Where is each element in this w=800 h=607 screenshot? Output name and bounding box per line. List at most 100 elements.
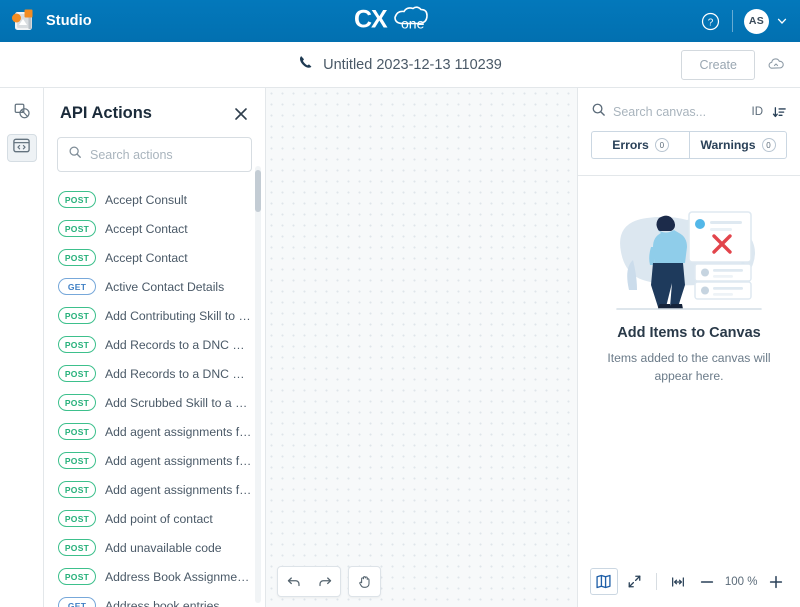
api-search-box[interactable] — [57, 137, 252, 172]
id-sort-label[interactable]: ID — [752, 106, 764, 118]
search-input[interactable] — [90, 147, 241, 162]
cxone-logo: CX one — [354, 4, 446, 39]
panel-scrollbar-track — [255, 166, 261, 603]
search-icon — [591, 102, 606, 122]
list-item[interactable]: POST Add agent assignments for s... — [44, 446, 265, 475]
http-verb-badge: POST — [58, 336, 96, 353]
svg-text:?: ? — [707, 17, 713, 28]
empty-state-title: Add Items to Canvas — [617, 325, 761, 341]
brand-area[interactable]: Studio — [0, 8, 92, 34]
canvas-toolbar — [277, 566, 381, 597]
list-item[interactable]: POST Add unavailable code — [44, 533, 265, 562]
api-action-label: Accept Consult — [105, 192, 187, 207]
rail-item-shapes[interactable] — [7, 99, 37, 127]
api-action-label: Accept Contact — [105, 250, 188, 265]
list-item[interactable]: POST Add Records to a DNC Droup — [44, 330, 265, 359]
studio-app: Studio CX one ? AS Untitled 2023-12-13 1… — [0, 0, 800, 607]
api-action-label: Address book entries — [105, 598, 220, 607]
list-item[interactable]: POST Add point of contact — [44, 504, 265, 533]
api-code-icon — [12, 136, 31, 160]
api-action-label: Add agent assignments for s... — [105, 424, 253, 439]
flow-canvas[interactable] — [266, 88, 578, 607]
tab-warnings[interactable]: Warnings 0 — [689, 131, 787, 159]
help-circle-icon[interactable]: ? — [695, 6, 725, 36]
status-badge: 0 — [761, 138, 776, 152]
api-action-label: Add agent assignments for s... — [105, 482, 253, 497]
canvas-search-input[interactable] — [613, 105, 745, 119]
http-verb-badge: POST — [58, 365, 96, 382]
zoom-toolbar: 100 % — [578, 568, 800, 607]
http-verb-badge: GET — [58, 278, 96, 295]
http-verb-badge: POST — [58, 307, 96, 324]
list-item[interactable]: POST Add agent assignments for s... — [44, 475, 265, 504]
brand-name: Studio — [46, 13, 92, 29]
map-book-icon[interactable] — [590, 568, 618, 595]
list-item[interactable]: POST Accept Contact — [44, 243, 265, 272]
phone-handset-icon — [298, 54, 314, 75]
chevron-down-icon[interactable] — [776, 15, 788, 27]
studio-logo-icon — [11, 8, 37, 34]
panel-title: API Actions — [60, 104, 152, 122]
flow-header-bar: Untitled 2023-12-13 110239 Create — [0, 42, 800, 88]
http-verb-badge: POST — [58, 452, 96, 469]
zoom-level: 100 % — [724, 575, 758, 588]
page-title: Untitled 2023-12-13 110239 — [323, 56, 502, 73]
history-tool-group — [277, 566, 341, 597]
api-action-label: Add point of contact — [105, 511, 213, 526]
http-verb-badge: POST — [58, 191, 96, 208]
http-verb-badge: POST — [58, 220, 96, 237]
panel-scrollbar-thumb[interactable] — [255, 170, 261, 212]
expand-diagonal-icon[interactable] — [622, 569, 647, 595]
sort-descending-icon[interactable] — [772, 105, 787, 120]
list-item[interactable]: POST Add Scrubbed Skill to a DNC... — [44, 388, 265, 417]
http-verb-badge: POST — [58, 539, 96, 556]
status-badge: 0 — [654, 138, 669, 152]
canvas-search-row: ID — [578, 88, 800, 131]
http-verb-badge: POST — [58, 423, 96, 440]
redo-icon[interactable] — [309, 567, 340, 596]
avatar[interactable]: AS — [744, 8, 769, 34]
minus-icon[interactable] — [694, 569, 719, 595]
toolbar-divider — [655, 573, 657, 590]
tab-label: Errors — [612, 138, 649, 152]
close-icon[interactable] — [233, 106, 249, 122]
top-right-controls: ? AS — [695, 6, 800, 36]
http-verb-badge: POST — [58, 510, 96, 527]
list-item[interactable]: GET Address book entries — [44, 591, 265, 607]
plus-icon[interactable] — [763, 569, 788, 595]
list-item[interactable]: POST Accept Contact — [44, 214, 265, 243]
left-icon-rail — [0, 88, 44, 607]
pan-tool-group — [348, 566, 381, 597]
cloud-upload-icon[interactable] — [765, 54, 787, 76]
http-verb-badge: POST — [58, 249, 96, 266]
fit-width-icon[interactable] — [666, 569, 691, 595]
undo-icon[interactable] — [278, 567, 309, 596]
api-actions-list[interactable]: POST Accept Consult POST Accept Contact POST… — [44, 183, 265, 607]
api-action-label: Add Records to a DNC Droup — [105, 337, 253, 352]
list-item[interactable]: POST Add agent assignments for s... — [44, 417, 265, 446]
api-search-wrap — [44, 133, 265, 183]
create-button[interactable]: Create — [681, 49, 755, 80]
svg-text:CX: CX — [354, 6, 388, 34]
top-navigation-bar: Studio CX one ? AS — [0, 0, 800, 42]
api-actions-panel: API Actions Search actions POST Accept C… — [44, 88, 266, 607]
empty-state: Add Items to Canvas Items added to the c… — [578, 176, 800, 385]
list-item[interactable]: POST Address Book Assignment V4 — [44, 562, 265, 591]
main-body: API Actions Search actions POST Accept C… — [0, 88, 800, 607]
hand-pan-icon[interactable] — [349, 567, 380, 596]
list-item[interactable]: POST Add Contributing Skill to a D... — [44, 301, 265, 330]
list-item[interactable]: POST Add Records to a DNC Droup — [44, 359, 265, 388]
person-viewing-cards-illustration — [603, 211, 775, 318]
list-item[interactable]: POST Accept Consult — [44, 185, 265, 214]
api-action-label: Add Scrubbed Skill to a DNC... — [105, 395, 253, 410]
http-verb-badge: POST — [58, 394, 96, 411]
list-item[interactable]: GET Active Contact Details — [44, 272, 265, 301]
rail-item-api[interactable] — [6, 134, 37, 162]
canvas-items-panel: ID Errors 0 Warnings 0 — [578, 88, 800, 607]
tab-label: Warnings — [700, 138, 756, 152]
empty-state-subtitle: Items added to the canvas will appear he… — [607, 351, 771, 383]
tab-errors[interactable]: Errors 0 — [591, 131, 689, 159]
search-icon — [68, 145, 82, 164]
flow-title-group: Untitled 2023-12-13 110239 — [0, 54, 800, 75]
api-action-label: Add Contributing Skill to a D... — [105, 308, 253, 323]
